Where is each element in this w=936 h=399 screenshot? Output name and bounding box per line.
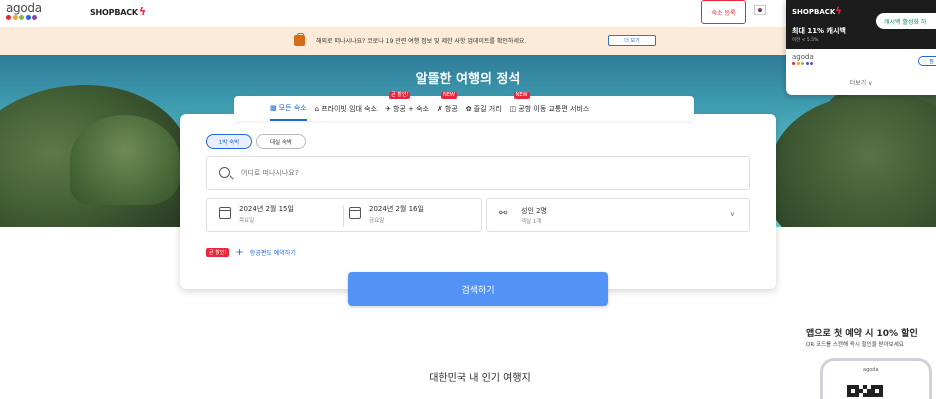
- popup-more-link[interactable]: 더보기 ∨: [786, 78, 936, 87]
- tab-all-stays[interactable]: ▩ 모든 숙소: [270, 96, 307, 121]
- tab-badge-new: NEW: [513, 92, 530, 99]
- agoda-logo[interactable]: agoda: [6, 2, 50, 24]
- calendar-checkout-icon: [349, 207, 361, 219]
- checkin-day-text: 목요일: [239, 218, 255, 224]
- tab-label: 항공 + 숙소: [392, 104, 430, 113]
- shopback-popup: SHOPBACKϟ 최대 11% 캐시백 이전 < 5.5% 캐시백 활성화 하…: [786, 0, 936, 95]
- logo-dot-orange: [12, 15, 18, 20]
- phone-mockup: agoda: [820, 358, 932, 399]
- bolt-icon: ϟ: [138, 5, 146, 18]
- checkout-date[interactable]: 2024년 2월 16일 금요일: [349, 204, 424, 224]
- date-picker[interactable]: 2024년 2월 15일 목요일 2024년 2월 16일 금요일: [206, 198, 482, 232]
- search-icon: [219, 167, 230, 178]
- app-promo-title: 앱으로 첫 예약 시 10% 할인: [806, 329, 918, 339]
- tab-attractions[interactable]: ✿ 즐길 거리: [466, 96, 502, 121]
- cashback-rate: 최대 11% 캐시백: [792, 27, 846, 35]
- checkin-date[interactable]: 2024년 2월 15일 목요일: [219, 204, 294, 224]
- tab-badge-new: NEW: [441, 92, 457, 99]
- app-promo-subtitle: QR 코드를 스캔해 즉시 할인을 받아보세요: [806, 342, 904, 348]
- plus-icon[interactable]: +: [235, 247, 243, 257]
- chevron-down-icon: ∨: [729, 210, 735, 218]
- guest-selector[interactable]: ⚯ 성인 2명 객실 1개 ∨: [486, 198, 750, 232]
- checkin-date-text: 2024년 2월 15일: [239, 205, 294, 213]
- stay-type-overnight[interactable]: 1박 숙박: [206, 134, 252, 149]
- agoda-logo-text: agoda: [6, 1, 42, 15]
- bolt-icon: ϟ: [835, 6, 842, 17]
- logo-dot-blue: [805, 62, 809, 65]
- register-property-button[interactable]: 숙소 등록: [701, 0, 746, 24]
- logo-dot-red: [792, 62, 795, 65]
- destination-input[interactable]: [241, 166, 721, 180]
- popular-destinations-title: 대한민국 내 인기 여행지: [429, 373, 531, 384]
- car-icon: ◫: [509, 104, 517, 113]
- cashback-note: 이전 < 5.5%: [792, 38, 819, 43]
- hero-island-left-small: [70, 115, 180, 205]
- deal-badge: 큰 할인!: [206, 248, 230, 257]
- logo-dot-purple: [32, 15, 37, 20]
- logo-dot-blue: [25, 15, 31, 20]
- agoda-logo-dots: [6, 15, 50, 20]
- notice-more-button[interactable]: 더 보기: [608, 35, 656, 46]
- shopback-popup-header: SHOPBACKϟ 최대 11% 캐시백 이전 < 5.5% 캐시백 활성화 하: [786, 0, 936, 49]
- date-divider: [343, 205, 344, 227]
- tab-label: 공항 이동 교통편 서비스: [518, 104, 590, 113]
- suitcase-icon: [294, 33, 305, 46]
- tab-badge-deal: 큰 할인!: [389, 92, 411, 99]
- tab-label: 모든 숙소: [278, 103, 307, 112]
- wishlist-button[interactable]: ♡ 찜: [918, 56, 936, 66]
- phone-agoda-logo: agoda: [863, 367, 879, 373]
- activate-cashback-button[interactable]: 캐시백 활성화 하: [876, 13, 936, 29]
- page: agoda SHOPBACKϟ 숙소 등록 해외로 떠나시나요? 코로나 19 …: [0, 0, 936, 399]
- calendar-checkin-icon: [219, 207, 231, 219]
- attractions-icon: ✿: [465, 104, 472, 113]
- people-icon: ⚯: [499, 208, 508, 219]
- destination-search-box[interactable]: [206, 156, 750, 190]
- popup-agoda-text: agoda: [792, 53, 814, 61]
- checkout-date-text: 2024년 2월 16일: [369, 205, 424, 213]
- logo-dot-green: [19, 15, 24, 20]
- tab-label: 프라이빗 임대 숙소: [321, 104, 378, 113]
- hero-island-right: [770, 95, 936, 227]
- guest-count-text: 성인 2명: [521, 207, 547, 215]
- shopback-logo-text: SHOPBACK: [90, 8, 138, 17]
- logo-dot-green: [801, 62, 804, 65]
- stay-type-dayuse[interactable]: 대실 숙박: [256, 134, 306, 149]
- tab-airport-transfer[interactable]: NEW ◫ 공항 이동 교통편 서비스: [509, 92, 590, 121]
- qr-cell: [879, 393, 883, 397]
- shopback-popup-logo-text: SHOPBACK: [792, 8, 836, 16]
- add-flight-link[interactable]: 항공편도 예약하기: [250, 248, 296, 257]
- logo-dot-red: [6, 15, 11, 20]
- flag-kr-icon[interactable]: [754, 5, 766, 15]
- popup-agoda-logo: agoda: [792, 53, 814, 65]
- tab-label: 항공: [444, 104, 458, 113]
- search-card: 1박 숙박 대실 숙박 2024년 2월 15일 목요일 2024년 2월 16…: [180, 114, 776, 289]
- popup-agoda-dots: [792, 62, 814, 65]
- plane-icon: ✗: [437, 104, 443, 113]
- logo-dot-purple: [810, 62, 813, 65]
- tab-flights[interactable]: NEW ✗ 항공: [437, 92, 458, 121]
- shopback-logo: SHOPBACKϟ: [90, 5, 146, 18]
- plane-bed-icon: ✈: [385, 104, 391, 113]
- checkout-day-text: 금요일: [369, 218, 385, 224]
- notice-text: 해외로 떠나시나요? 코로나 19 관련 여행 정보 및 제한 사항 업데이트를…: [316, 38, 527, 45]
- room-count-text: 객실 1개: [521, 219, 542, 225]
- tab-private-rentals[interactable]: ⌂ 프라이빗 임대 숙소: [315, 96, 377, 121]
- search-button[interactable]: 검색하기: [348, 272, 608, 306]
- building-icon: ▩: [270, 103, 277, 112]
- logo-dot-orange: [796, 62, 800, 65]
- tab-label: 즐길 거리: [473, 104, 502, 113]
- tab-flight-hotel[interactable]: 큰 할인! ✈ 항공 + 숙소: [385, 92, 430, 121]
- house-icon: ⌂: [314, 104, 320, 113]
- add-flight-row: 큰 할인! + 항공편도 예약하기: [206, 247, 296, 257]
- shopback-popup-logo: SHOPBACKϟ: [792, 6, 842, 17]
- product-tabs: ▩ 모든 숙소 ⌂ 프라이빗 임대 숙소 큰 할인! ✈ 항공 + 숙소 NEW…: [234, 92, 694, 121]
- qr-code[interactable]: [847, 385, 883, 399]
